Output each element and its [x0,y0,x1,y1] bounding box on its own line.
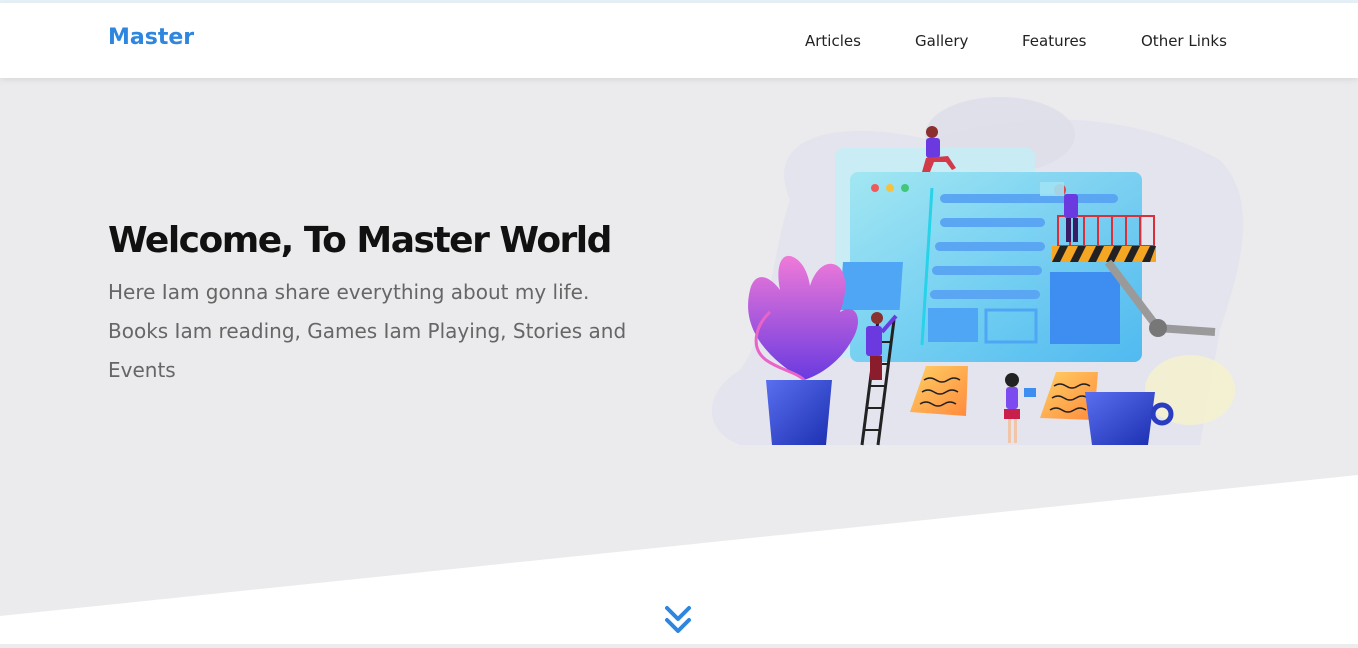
logo-link[interactable]: Master [108,25,194,50]
nav-other-links[interactable]: Other Links [1141,32,1227,50]
double-chevron-down-icon[interactable] [662,600,694,640]
bottom-border [0,644,1358,648]
nav-articles[interactable]: Articles [805,32,861,50]
nav-features[interactable]: Features [1022,32,1087,50]
site-header: Master Articles Gallery Features Other L… [0,3,1358,78]
hero-title: Welcome, To Master World [108,220,612,261]
nav-gallery[interactable]: Gallery [915,32,968,50]
hero-subtitle: Here Iam gonna share everything about my… [108,280,627,382]
hero-illustration [711,97,1244,446]
